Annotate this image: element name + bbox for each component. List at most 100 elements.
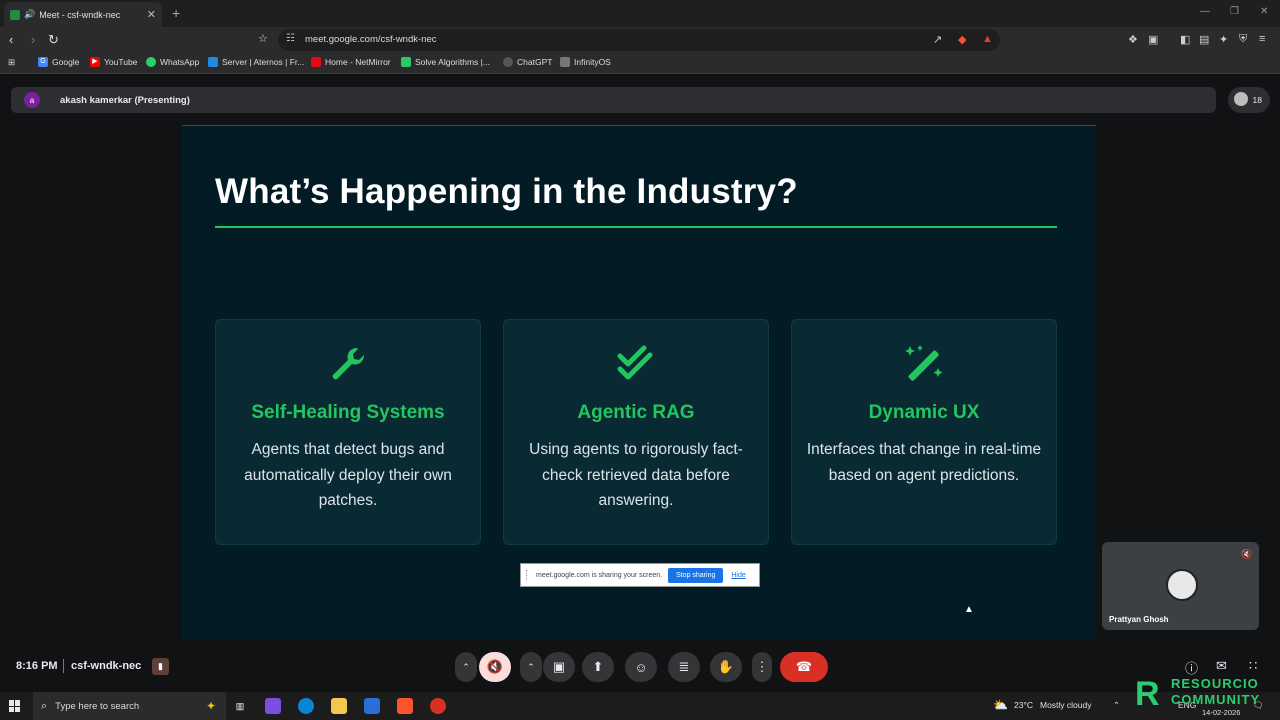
brave-rewards-icon[interactable]: ▲	[982, 33, 993, 45]
participants-button[interactable]: 18	[1228, 87, 1270, 113]
stop-sharing-button[interactable]: Stop sharing	[668, 567, 724, 583]
audio-playing-icon[interactable]: 🔊	[24, 9, 35, 20]
address-bar[interactable]: ☷ meet.google.com/csf-wndk-nec ↗ ◆ ▲	[278, 29, 1000, 51]
bookmark-item[interactable]: WhatsApp	[146, 57, 199, 67]
copilot-highlight-icon: ✦	[205, 699, 216, 713]
leo-ai-icon[interactable]: ✦	[1219, 33, 1228, 46]
resourcio-watermark: R RESOURCIO COMMUNITY	[1135, 672, 1275, 718]
store-icon[interactable]	[364, 698, 380, 714]
forward-icon[interactable]: ›	[31, 32, 35, 47]
edge-icon[interactable]	[298, 698, 314, 714]
raise-hand-button[interactable]: ✋	[710, 652, 742, 682]
video-options-chevron-icon[interactable]: ⌃	[520, 652, 542, 682]
reload-icon[interactable]: ↻	[48, 32, 59, 48]
resourcio-logo-icon: R	[1135, 675, 1160, 713]
chatgpt-icon	[503, 57, 513, 67]
card-description: Agents that detect bugs and automaticall…	[244, 441, 452, 509]
weather-temp: 23°C	[1014, 700, 1033, 710]
card-dynamic-ux: Dynamic UX Interfaces that change in rea…	[791, 319, 1057, 545]
task-view-icon[interactable]: ▥	[232, 698, 248, 714]
muted-mic-icon: 🔇	[1241, 549, 1253, 559]
card-description: Interfaces that change in real-time base…	[806, 441, 1042, 484]
participant-count: 18	[1252, 95, 1262, 105]
self-view-name: Prattyan Ghosh	[1109, 615, 1169, 624]
double-check-icon	[504, 344, 768, 384]
infinityos-icon	[560, 57, 570, 67]
site-info-icon[interactable]: ☷	[286, 33, 295, 44]
drag-handle[interactable]	[526, 570, 528, 580]
mouse-cursor-icon: ▲	[964, 604, 974, 615]
mic-off-button[interactable]: 🔇	[479, 652, 511, 682]
file-explorer-icon[interactable]	[331, 698, 347, 714]
bookmark-item[interactable]: Solve Algorithms |...	[401, 57, 490, 67]
share-notice-text: meet.google.com is sharing your screen.	[536, 571, 663, 579]
hackerrank-icon	[401, 57, 411, 67]
copilot-icon[interactable]	[265, 698, 281, 714]
windows-start-icon[interactable]	[9, 700, 21, 712]
extensions-icon[interactable]: ❖	[1128, 33, 1138, 46]
minimize-icon[interactable]: —	[1200, 6, 1210, 17]
wallet-icon[interactable]: ▤	[1199, 33, 1209, 46]
meeting-code: csf-wndk-nec	[71, 660, 142, 672]
close-tab-icon[interactable]: ✕	[147, 8, 156, 21]
presenter-label: akash kamerkar (Presenting)	[60, 94, 190, 106]
search-placeholder: Type here to search	[55, 700, 140, 712]
youtube-icon: ▶	[90, 57, 100, 67]
apps-grid-icon[interactable]: ⊞	[8, 57, 15, 68]
menu-icon[interactable]: ≡	[1259, 33, 1265, 45]
tab-title: Meet - csf-wndk-nec	[39, 9, 121, 20]
aternos-icon	[208, 57, 218, 67]
tray-chevron-icon[interactable]: ⌃	[1113, 700, 1120, 711]
bookmark-item[interactable]: ▶ YouTube	[90, 57, 137, 67]
taskbar-search[interactable]: ⌕ Type here to search ✦	[33, 692, 226, 720]
screen-share-notice: meet.google.com is sharing your screen. …	[520, 563, 760, 587]
bookmark-item[interactable]: ChatGPT	[503, 57, 552, 67]
bookmark-item[interactable]: G Google	[38, 57, 79, 67]
brave-icon[interactable]	[397, 698, 413, 714]
weather-desc: Mostly cloudy	[1040, 700, 1092, 710]
new-tab-button[interactable]: +	[172, 5, 180, 21]
more-options-button[interactable]: ⋮	[752, 652, 772, 682]
camera-button[interactable]: ▣	[543, 652, 575, 682]
watermark-line-1: RESOURCIO	[1171, 676, 1259, 691]
card-self-healing: Self-Healing Systems Agents that detect …	[215, 319, 481, 545]
bookmark-item[interactable]: Server | Aternos | Fr...	[208, 57, 304, 67]
meeting-time: 8:16 PM	[16, 660, 58, 672]
bookmark-item[interactable]: Home - NetMirror	[311, 57, 391, 67]
share-icon[interactable]: ↗	[933, 33, 942, 46]
title-underline	[215, 226, 1057, 228]
back-icon[interactable]: ‹	[9, 32, 13, 47]
media-icon[interactable]: ▣	[1148, 33, 1158, 46]
card-description: Using agents to rigorously fact-check re…	[529, 441, 743, 509]
present-button[interactable]: ⬆	[582, 652, 614, 682]
windows-taskbar: ⌕ Type here to search ✦ ▥ ⛅ 23°C Mostly …	[0, 692, 1280, 720]
divider	[63, 659, 64, 673]
close-window-icon[interactable]: ✕	[1260, 6, 1268, 17]
self-view-tile[interactable]: 🔇 Prattyan Ghosh	[1102, 542, 1259, 630]
audio-options-chevron-icon[interactable]: ⌃	[455, 652, 477, 682]
wrench-icon	[216, 344, 480, 384]
brave-shields-icon[interactable]: ◆	[958, 33, 966, 46]
url-text[interactable]: meet.google.com/csf-wndk-nec	[305, 34, 436, 45]
captions-button[interactable]: ≣	[668, 652, 700, 682]
sidebar-icon[interactable]: ◧	[1180, 33, 1190, 46]
restore-icon[interactable]: ❐	[1230, 6, 1239, 17]
participant-avatar-icon	[1234, 92, 1248, 106]
bookmark-icon[interactable]: ☆	[258, 32, 268, 45]
tab-meet[interactable]: 🔊 Meet - csf-wndk-nec ✕	[4, 2, 162, 27]
watermark-line-2: COMMUNITY	[1171, 692, 1261, 707]
search-icon: ⌕	[41, 699, 48, 712]
meet-favicon-icon	[10, 9, 20, 20]
obs-icon[interactable]	[430, 698, 446, 714]
hide-link[interactable]: Hide	[731, 572, 745, 579]
host-controls-icon[interactable]: ▮	[152, 658, 169, 675]
leave-call-button[interactable]: ☎	[780, 652, 828, 682]
bookmark-item[interactable]: InfinityOS	[560, 57, 611, 67]
slide-title: What’s Happening in the Industry?	[215, 172, 798, 211]
vpn-icon[interactable]: ⛨	[1239, 33, 1247, 46]
card-title: Agentic RAG	[577, 402, 695, 423]
meet-controls: 8:16 PM csf-wndk-nec ▮ ⌃ 🔇 ⌃ ▣ ⬆ ☺ ≣ ✋ ⋮…	[0, 640, 1280, 692]
emoji-button[interactable]: ☺	[625, 652, 657, 682]
browser-toolbar: ‹ › ↻ ☆ ☷ meet.google.com/csf-wndk-nec ↗…	[0, 27, 1280, 53]
avatar: a	[24, 92, 40, 108]
